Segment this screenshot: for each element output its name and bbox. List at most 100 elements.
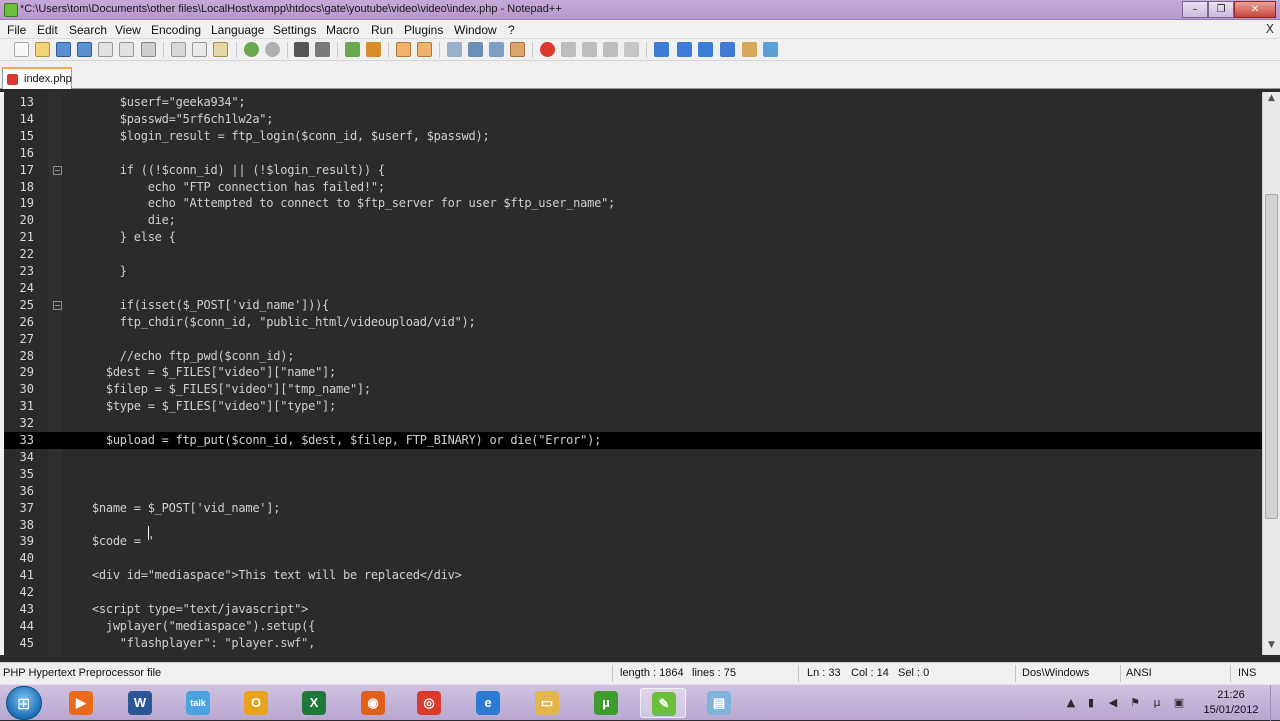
code-line[interactable]: 32 [4, 415, 1264, 432]
taskbar-app-utorrent[interactable]: µ [583, 688, 629, 718]
code-line[interactable]: 40 [4, 550, 1264, 567]
code-line[interactable]: 41 <div id="mediaspace">This text will b… [4, 567, 1264, 584]
fold-toggle-icon[interactable] [53, 165, 62, 175]
volume-icon[interactable]: ◀ [1106, 696, 1120, 710]
find-icon[interactable] [294, 42, 309, 57]
taskbar-app-notepadpp[interactable]: ✎ [640, 688, 686, 718]
code-line[interactable]: 28 //echo ftp_pwd($conn_id); [4, 348, 1264, 365]
scroll-up-icon[interactable]: ▲ [1265, 93, 1278, 107]
close-document-icon[interactable]: X [1266, 22, 1274, 36]
menu-window[interactable]: Window [454, 23, 497, 37]
code-line[interactable]: 19 echo "Attempted to connect to $ftp_se… [4, 195, 1264, 212]
clock[interactable]: 21:26 15/01/2012 [1196, 688, 1266, 718]
code-line[interactable]: 34 [4, 449, 1264, 466]
sync-horizontal-icon[interactable] [417, 42, 432, 57]
code-line[interactable]: 16 [4, 145, 1264, 162]
menu-view[interactable]: View [115, 23, 141, 37]
save-macro-icon[interactable] [624, 42, 639, 57]
user-language-icon[interactable] [510, 42, 525, 57]
menu-edit[interactable]: Edit [37, 23, 58, 37]
vertical-scrollbar[interactable]: ▲ ▼ [1262, 92, 1280, 655]
code-line[interactable]: 38 [4, 517, 1264, 534]
plugin-down-icon[interactable] [698, 42, 713, 57]
menu-language[interactable]: Language [211, 23, 264, 37]
code-line[interactable]: 31 $type = $_FILES["video"]["type"]; [4, 398, 1264, 415]
code-line[interactable]: 17 if ((!$conn_id) || (!$login_result)) … [4, 162, 1264, 179]
plugin-1-icon[interactable] [654, 42, 669, 57]
taskbar-app-excel[interactable]: X [291, 688, 337, 718]
start-button[interactable]: ⊞ [6, 686, 42, 720]
undo-icon[interactable] [244, 42, 259, 57]
menu-encoding[interactable]: Encoding [151, 23, 201, 37]
taskbar-app-windows-media-player[interactable]: ▶ [58, 688, 104, 718]
code-line[interactable]: 15 $login_result = ftp_login($conn_id, $… [4, 128, 1264, 145]
maximize-button[interactable]: ❐ [1208, 1, 1234, 18]
code-line[interactable]: 25 if(isset($_POST['vid_name'])){ [4, 297, 1264, 314]
code-line[interactable]: 30 $filep = $_FILES["video"]["tmp_name"]… [4, 381, 1264, 398]
minimize-button[interactable]: – [1182, 1, 1208, 18]
menu-file[interactable]: File [7, 23, 26, 37]
open-file-icon[interactable] [35, 42, 50, 57]
save-all-icon[interactable] [77, 42, 92, 57]
menu-plugins[interactable]: Plugins [404, 23, 443, 37]
code-line[interactable]: 27 [4, 331, 1264, 348]
code-line[interactable]: 39 $code = ' [4, 533, 1264, 550]
scroll-down-icon[interactable]: ▼ [1265, 640, 1278, 654]
copy-icon[interactable] [192, 42, 207, 57]
taskbar-app-outlook[interactable]: O [233, 688, 279, 718]
save-icon[interactable] [56, 42, 71, 57]
play-macro-icon[interactable] [582, 42, 597, 57]
tray-expand-icon[interactable]: ▲ [1064, 696, 1078, 710]
taskbar-app-gtalk[interactable]: talk [175, 688, 221, 718]
code-line[interactable]: 29 $dest = $_FILES["video"]["name"]; [4, 364, 1264, 381]
run-macro-multiple-icon[interactable] [603, 42, 618, 57]
code-line[interactable]: 13 $userf="geeka934"; [4, 94, 1264, 111]
taskbar-app-notepad[interactable]: ▤ [696, 688, 742, 718]
redo-icon[interactable] [265, 42, 280, 57]
code-line[interactable]: 18 echo "FTP connection has failed!"; [4, 179, 1264, 196]
taskbar-app-internet-explorer[interactable]: e [465, 688, 511, 718]
record-macro-icon[interactable] [540, 42, 555, 57]
taskbar-app-explorer[interactable]: ▭ [524, 688, 570, 718]
code-line[interactable]: 36 [4, 483, 1264, 500]
close-button[interactable]: ✕ [1234, 1, 1276, 18]
sync-vertical-icon[interactable] [396, 42, 411, 57]
network-icon[interactable]: ▣ [1172, 696, 1186, 710]
code-line[interactable]: 33 $upload = ftp_put($conn_id, $dest, $f… [4, 432, 1264, 449]
stop-macro-icon[interactable] [561, 42, 576, 57]
zoom-out-icon[interactable] [366, 42, 381, 57]
code-line[interactable]: 22 [4, 246, 1264, 263]
code-line[interactable]: 20 die; [4, 212, 1264, 229]
menu-search[interactable]: Search [69, 23, 107, 37]
code-line[interactable]: 26 ftp_chdir($conn_id, "public_html/vide… [4, 314, 1264, 331]
menu-help[interactable]: ? [508, 23, 515, 37]
taskbar-app-word[interactable]: W [117, 688, 163, 718]
plugin-2-icon[interactable] [720, 42, 735, 57]
code-line[interactable]: 23 } [4, 263, 1264, 280]
show-all-chars-icon[interactable] [468, 42, 483, 57]
word-wrap-icon[interactable] [447, 42, 462, 57]
utorrent-tray-icon[interactable]: µ [1150, 696, 1164, 710]
code-line[interactable]: 35 [4, 466, 1264, 483]
taskbar-app-firefox[interactable]: ◉ [350, 688, 396, 718]
code-line[interactable]: 43 <script type="text/javascript"> [4, 601, 1264, 618]
scroll-thumb[interactable] [1265, 194, 1278, 519]
close-all-icon[interactable] [119, 42, 134, 57]
code-line[interactable]: 37 $name = $_POST['vid_name']; [4, 500, 1264, 517]
plugin-check-icon[interactable] [763, 42, 778, 57]
code-line[interactable]: 21 } else { [4, 229, 1264, 246]
plugin-up-icon[interactable] [677, 42, 692, 57]
action-center-icon[interactable]: ⚑ [1128, 696, 1142, 710]
menu-run[interactable]: Run [371, 23, 393, 37]
code-line[interactable]: 42 [4, 584, 1264, 601]
close-file-icon[interactable] [98, 42, 113, 57]
tab-index-php[interactable]: index.php [2, 67, 72, 89]
notepadpp-icon[interactable] [4, 3, 18, 17]
new-file-icon[interactable] [14, 42, 29, 57]
network-signal-icon[interactable]: ▮ [1084, 696, 1098, 710]
menu-settings[interactable]: Settings [273, 23, 316, 37]
code-editor[interactable]: 13 $userf="geeka934"; 14 $passwd="5rf6ch1… [4, 92, 1264, 655]
code-line[interactable]: 44 jwplayer("mediaspace").setup({ [4, 618, 1264, 635]
taskbar-app-chrome[interactable]: ◎ [406, 688, 452, 718]
code-line[interactable]: 24 [4, 280, 1264, 297]
